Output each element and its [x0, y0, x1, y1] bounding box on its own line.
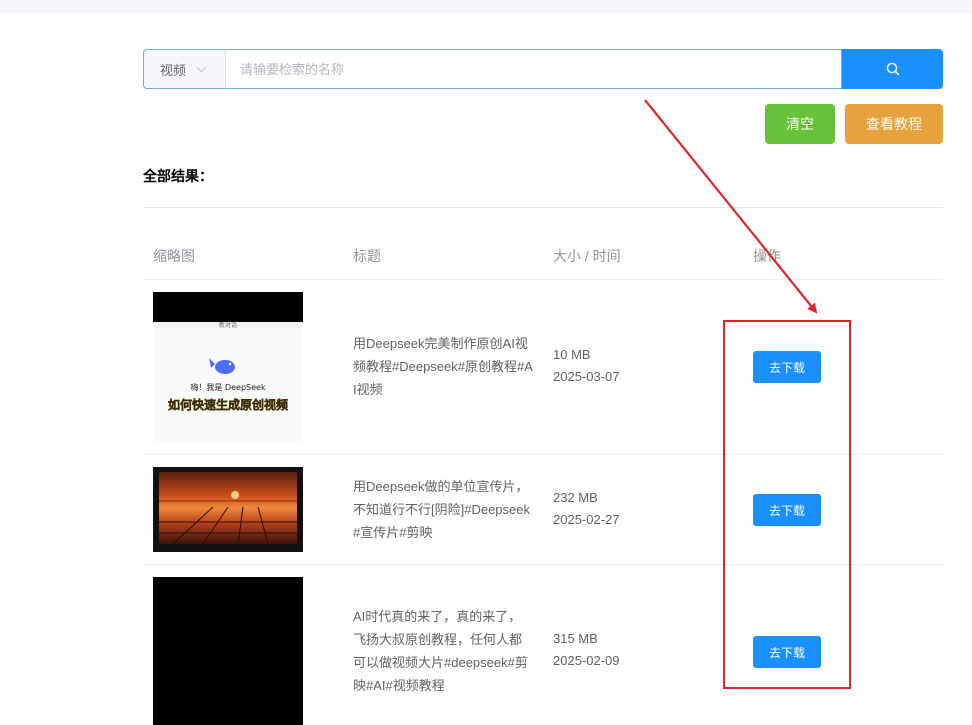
- video-thumbnail[interactable]: [153, 577, 303, 725]
- row-date: 2025-02-09: [553, 653, 620, 668]
- row-size: 315 MB: [553, 631, 598, 646]
- row-meta: 10 MB 2025-03-07: [553, 344, 620, 388]
- thumb-caption-greeting: 嗨！我是 DeepSeek: [190, 382, 266, 392]
- search-bar: 视频: [143, 49, 943, 89]
- row-size: 10 MB: [553, 347, 591, 362]
- results-label: 全部结果：: [143, 168, 213, 184]
- row-size: 232 MB: [553, 490, 598, 505]
- video-thumbnail[interactable]: [153, 467, 303, 552]
- header-size-time: 大小 / 时间: [553, 248, 621, 264]
- annotation-highlight-box: [723, 320, 851, 689]
- header-action: 操作: [753, 248, 781, 264]
- search-icon: [886, 62, 899, 76]
- search-input[interactable]: [225, 49, 842, 89]
- thumbnail-image: 新对话 嗨！我是 DeepSeek 如何快速生成原创视频: [153, 292, 303, 442]
- row-title: AI时代真的来了，真的来了，飞扬大叔原创教程，任何人都可以做视频大片#deeps…: [353, 609, 528, 693]
- thumb-caption-top: 新对话: [219, 321, 237, 329]
- header-title: 标题: [353, 248, 381, 264]
- divider: [143, 207, 943, 208]
- thumbnail-image: [153, 467, 303, 552]
- thumb-caption-headline: 如何快速生成原创视频: [168, 397, 288, 412]
- row-date: 2025-03-07: [553, 369, 620, 384]
- top-bar: [0, 0, 972, 14]
- row-date: 2025-02-27: [553, 512, 620, 527]
- table-header: 缩略图 标题 大小 / 时间 操作: [143, 230, 943, 280]
- row-title: 用Deepseek做的单位宣传片，不知道行不行[阴险]#Deepseek#宣传片…: [353, 479, 530, 540]
- video-thumbnail[interactable]: 新对话 嗨！我是 DeepSeek 如何快速生成原创视频: [153, 292, 303, 442]
- header-thumbnail: 缩略图: [153, 248, 195, 264]
- row-meta: 315 MB 2025-02-09: [553, 628, 620, 672]
- chevron-down-icon: [196, 62, 207, 72]
- row-title: 用Deepseek完美制作原创AI视频教程#Deepseek#原创教程#AI视频: [353, 336, 533, 397]
- search-button[interactable]: [842, 49, 943, 89]
- search-type-value: 视频: [160, 62, 187, 78]
- clear-button[interactable]: 清空: [765, 104, 835, 144]
- search-type-select[interactable]: 视频: [143, 49, 225, 89]
- view-tutorial-button[interactable]: 查看教程: [845, 104, 943, 144]
- row-meta: 232 MB 2025-02-27: [553, 487, 620, 531]
